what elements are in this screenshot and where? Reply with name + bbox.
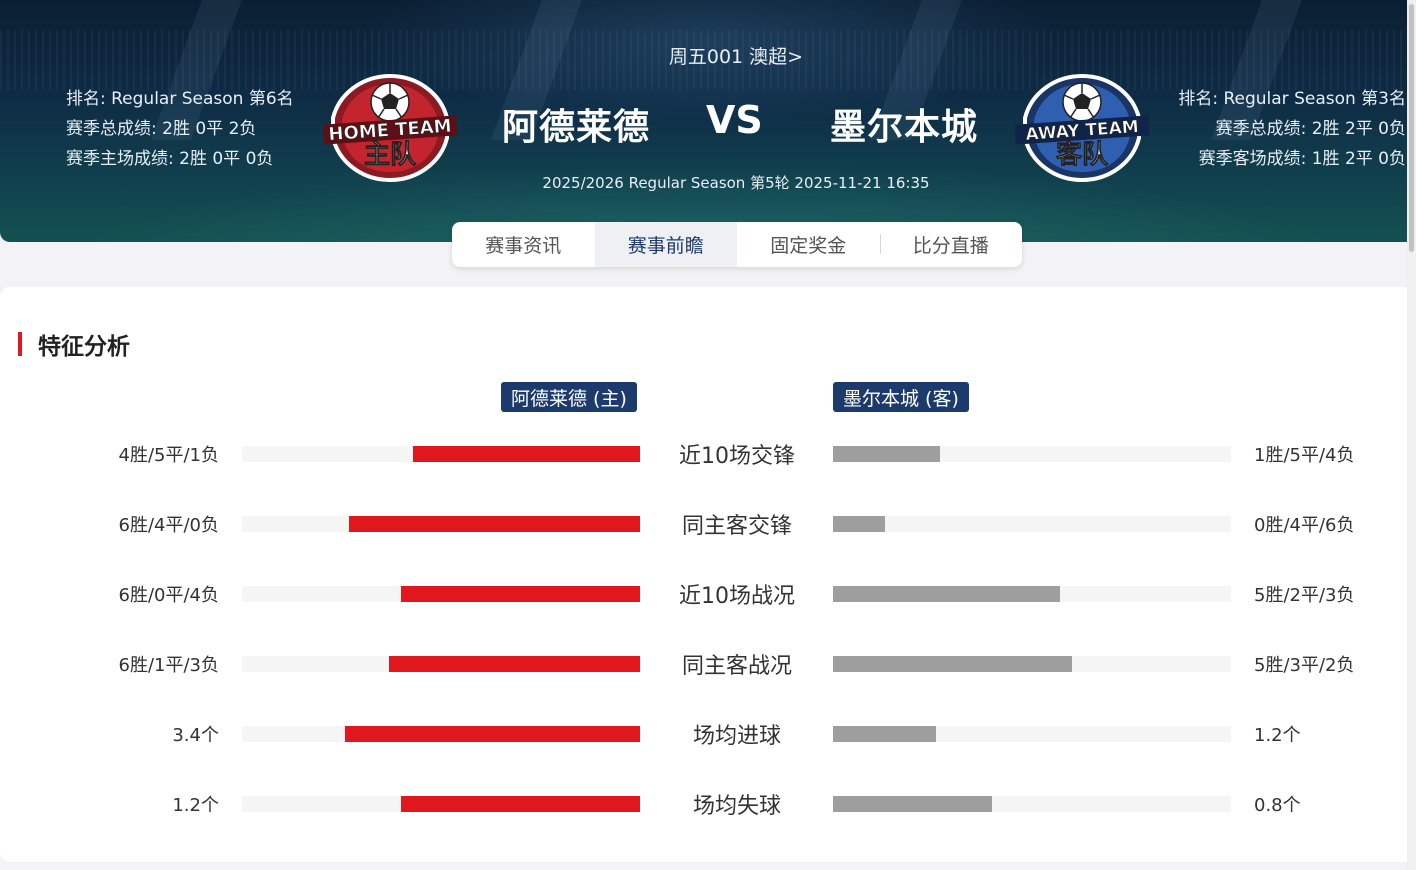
stat-label: 近10场交锋: [679, 444, 795, 469]
scrollbar-thumb[interactable]: [1409, 4, 1414, 252]
away-bar-track: [833, 726, 1231, 742]
home-home-record: 赛季主场成绩: 2胜 0平 0负: [66, 149, 274, 169]
home-bar-track: [242, 796, 640, 812]
away-rank: 排名: Regular Season 第3名: [1178, 89, 1406, 109]
home-bar-track: [242, 446, 640, 462]
soccer-ball-icon: [1062, 82, 1102, 122]
home-bar-track: [242, 586, 640, 602]
away-bar-fill: [833, 726, 937, 742]
home-team-badge: HOME TEAM 主队: [323, 73, 457, 183]
tab-live-score[interactable]: 比分直播: [879, 222, 1023, 267]
home-bar-fill: [401, 796, 640, 812]
away-stat-value: 5胜/2平/3负: [1254, 585, 1355, 606]
league-link[interactable]: 周五001 澳超>: [0, 42, 1416, 69]
comparison-row: 6胜/4平/0负 同主客交锋 0胜/4平/6负: [0, 504, 1416, 544]
soccer-ball-icon: [370, 82, 410, 122]
away-away-record: 赛季客场成绩: 1胜 2平 0负: [1198, 149, 1406, 169]
home-stat-value: 1.2个: [172, 795, 219, 816]
away-bar-track: [833, 796, 1231, 812]
away-stat-value: 0胜/4平/6负: [1254, 515, 1355, 536]
comparison-row: 6胜/0平/4负 近10场战况 5胜/2平/3负: [0, 574, 1416, 614]
away-team-badge: AWAY TEAM 客队: [1015, 73, 1149, 183]
home-bar-fill: [401, 586, 640, 602]
home-bar-track: [242, 656, 640, 672]
stat-label: 场均失球: [692, 794, 781, 819]
away-bar-fill: [833, 656, 1072, 672]
stat-label: 同主客交锋: [681, 514, 792, 539]
home-stat-value: 6胜/0平/4负: [118, 585, 220, 606]
away-bar-track: [833, 586, 1231, 602]
home-team-name[interactable]: 阿德莱德: [502, 98, 650, 150]
away-bar-fill: [833, 586, 1060, 602]
home-bar-fill: [349, 516, 640, 532]
home-bar-fill: [413, 446, 640, 462]
section-title-marker: [18, 332, 22, 356]
tab-match-preview[interactable]: 赛事前瞻: [594, 222, 737, 267]
away-bar-track: [833, 446, 1231, 462]
comparison-row: 3.4个 场均进球 1.2个: [0, 714, 1416, 754]
home-bar-fill: [345, 726, 640, 742]
away-season-record: 赛季总成绩: 2胜 2平 0负: [1215, 119, 1406, 139]
home-stat-value: 6胜/4平/0负: [118, 515, 220, 536]
tab-fixed-odds[interactable]: 固定奖金: [737, 222, 880, 267]
home-season-record: 赛季总成绩: 2胜 0平 2负: [66, 119, 257, 139]
vs-label: VS: [706, 98, 763, 142]
away-bar-track: [833, 516, 1231, 532]
home-badge-main-text: 主队: [364, 140, 417, 170]
away-stat-value: 1.2个: [1254, 725, 1301, 746]
tab-match-news[interactable]: 赛事资讯: [452, 222, 595, 267]
away-bar-track: [833, 656, 1231, 672]
feature-analysis-card: 特征分析 阿德莱德 (主) 墨尔本城 (客) 4胜/5平/1负 近10场交锋 1胜/…: [0, 287, 1416, 862]
home-stat-value: 4胜/5平/1负: [118, 445, 220, 466]
away-stat-value: 1胜/5平/4负: [1254, 445, 1355, 466]
away-badge-main-text: 客队: [1056, 139, 1109, 170]
home-stat-value: 6胜/1平/3负: [118, 655, 220, 676]
away-bar-fill: [833, 516, 885, 532]
home-team-info: 排名: Regular Season 第6名 赛季总成绩: 2胜 0平 2负 赛…: [66, 84, 294, 174]
stat-label: 同主客战况: [681, 654, 792, 679]
away-team-name[interactable]: 墨尔本城: [830, 98, 978, 150]
away-stat-value: 5胜/3平/2负: [1254, 655, 1355, 676]
away-bar-fill: [833, 796, 993, 812]
season-round-time: 2025/2026 Regular Season 第5轮 2025-11-21 …: [542, 174, 930, 192]
comparison-row: 6胜/1平/3负 同主客战况 5胜/3平/2负: [0, 644, 1416, 684]
home-bar-track: [242, 516, 640, 532]
match-header-banner: 排名: Regular Season 第6名 赛季总成绩: 2胜 0平 2负 赛…: [0, 0, 1416, 242]
section-title: 特征分析: [18, 332, 130, 360]
away-bar-fill: [833, 446, 941, 462]
section-title-text: 特征分析: [38, 334, 130, 360]
stat-label: 场均进球: [692, 724, 781, 749]
home-team-tag: 阿德莱德 (主): [501, 382, 637, 412]
page-scrollbar[interactable]: [1407, 0, 1416, 870]
away-team-info: 排名: Regular Season 第3名 赛季总成绩: 2胜 2平 0负 赛…: [1178, 84, 1406, 174]
away-team-tag: 墨尔本城 (客): [833, 382, 969, 412]
home-bar-fill: [389, 656, 640, 672]
comparison-row: 4胜/5平/1负 近10场交锋 1胜/5平/4负: [0, 434, 1416, 474]
tab-bar: 赛事资讯 赛事前瞻 固定奖金 比分直播: [452, 222, 1022, 267]
stat-label: 近10场战况: [679, 584, 795, 609]
home-stat-value: 3.4个: [172, 725, 219, 746]
home-rank: 排名: Regular Season 第6名: [66, 89, 294, 109]
comparison-row: 1.2个 场均失球 0.8个: [0, 784, 1416, 824]
away-stat-value: 0.8个: [1254, 795, 1301, 816]
home-bar-track: [242, 726, 640, 742]
